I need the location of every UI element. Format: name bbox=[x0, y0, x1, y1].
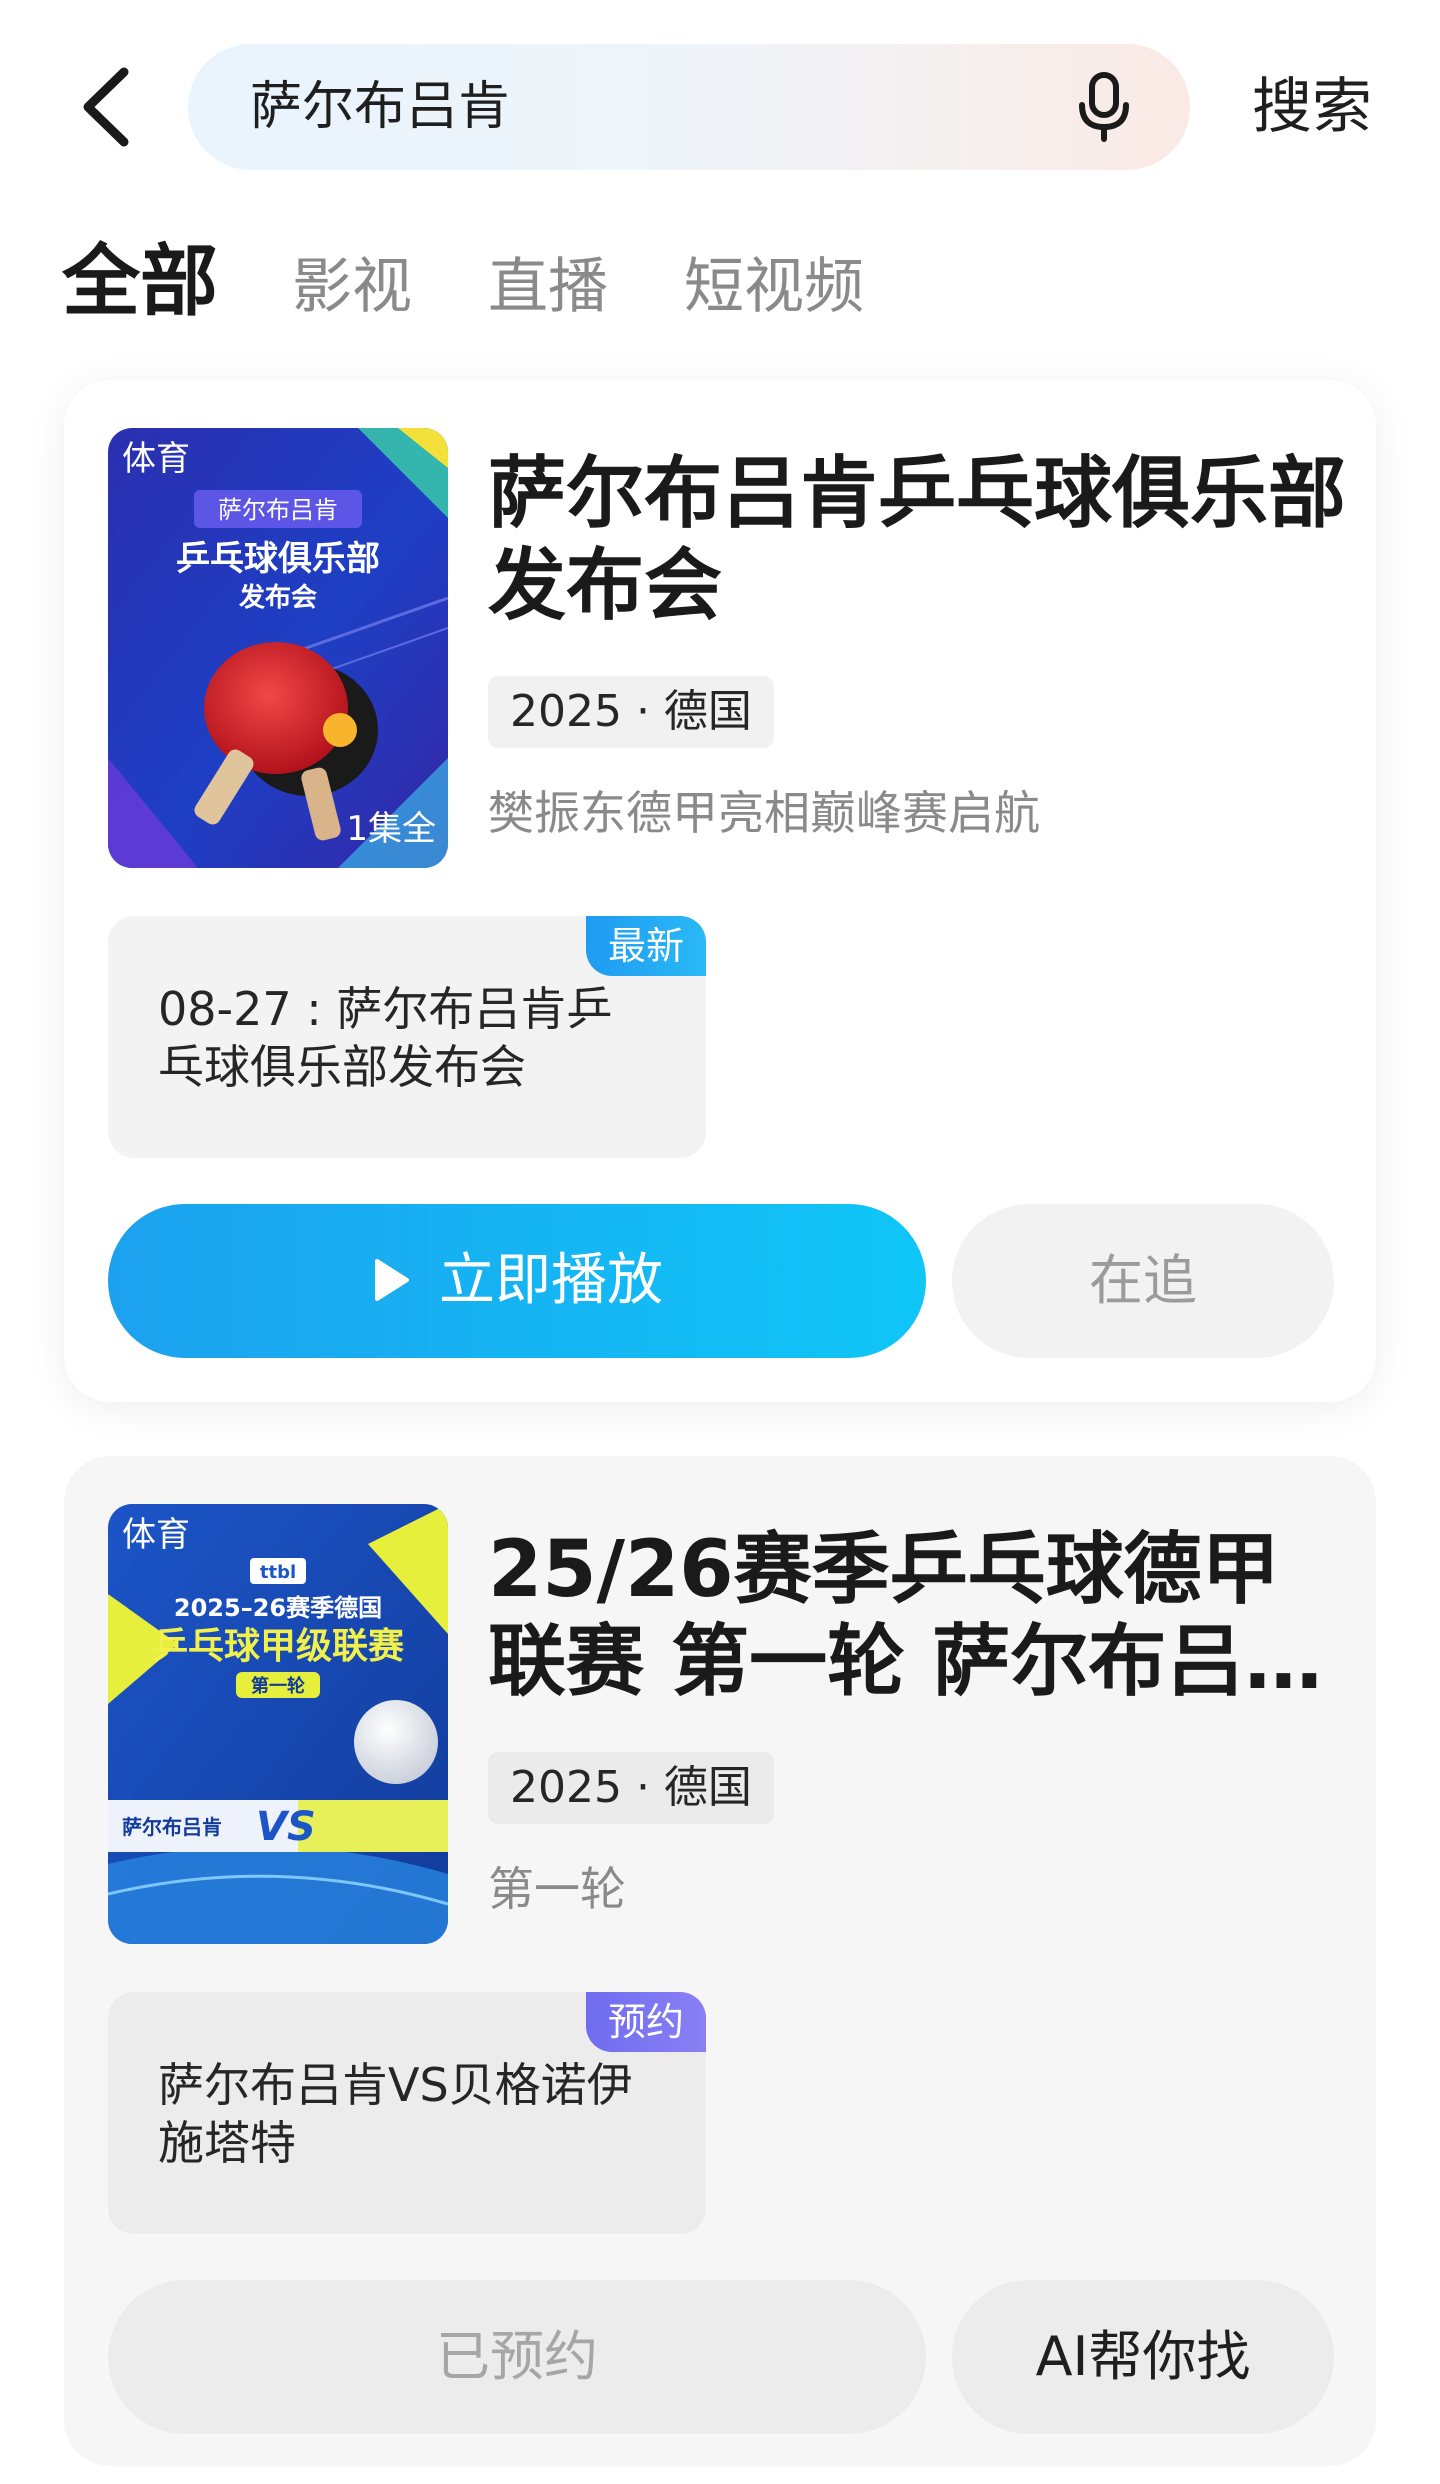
back-button[interactable] bbox=[72, 62, 142, 152]
poster-category-label: 体育 bbox=[122, 1515, 190, 1555]
result-description: 樊振东德甲亮相巅峰赛启航 bbox=[488, 786, 1040, 840]
play-now-label: 立即播放 bbox=[439, 1248, 663, 1313]
episode-title: 08-27 : 萨尔布吕肯乒乓球俱乐部发布会 bbox=[158, 982, 613, 1094]
result-title[interactable]: 25/26赛季乒乓球德甲联赛 第一轮 萨尔布吕肯VS贝格诺伊施塔特 bbox=[488, 1524, 1348, 1708]
result-description: 第一轮 bbox=[488, 1862, 626, 1916]
chevron-left-icon bbox=[83, 67, 129, 147]
search-button[interactable]: 搜索 bbox=[1252, 62, 1372, 152]
search-header: 萨尔布吕肯 搜索 bbox=[0, 0, 1440, 200]
result-card[interactable]: 体育 萨尔布吕肯 乒乓球俱乐部 发布会 1集全 萨尔布吕肯乒乓球俱乐部发布会 2… bbox=[64, 380, 1376, 1402]
poster-round: 第一轮 bbox=[251, 1675, 305, 1697]
poster-headline: 乒乓球甲级联赛 bbox=[152, 1626, 405, 1667]
tab-all[interactable]: 全部 bbox=[62, 232, 218, 332]
poster-subline: 发布会 bbox=[238, 582, 317, 613]
result-meta-tag: 2025 · 德国 bbox=[488, 676, 774, 748]
result-meta-tag: 2025 · 德国 bbox=[488, 1752, 774, 1824]
poster-image[interactable]: 体育 萨尔布吕肯 乒乓球俱乐部 发布会 1集全 bbox=[108, 428, 448, 868]
poster-logo: ttbl bbox=[260, 1562, 296, 1583]
search-input[interactable]: 萨尔布吕肯 bbox=[188, 44, 1190, 170]
poster-image[interactable]: 体育 ttbl 2025–26赛季德国 乒乓球甲级联赛 第一轮 萨尔布吕肯 VS bbox=[108, 1504, 448, 1944]
follow-button[interactable]: 在追 bbox=[952, 1204, 1334, 1358]
poster-episode-count: 1集全 bbox=[346, 809, 436, 849]
search-query: 萨尔布吕肯 bbox=[250, 77, 511, 137]
play-now-button[interactable]: 立即播放 bbox=[108, 1204, 926, 1358]
poster-ribbon: 萨尔布吕肯 bbox=[218, 496, 338, 524]
tab-short-video[interactable]: 短视频 bbox=[684, 242, 864, 332]
episode-item[interactable]: 预约 萨尔布吕肯VS贝格诺伊施塔特 bbox=[108, 1992, 706, 2234]
tab-live[interactable]: 直播 bbox=[488, 242, 608, 332]
ai-find-button[interactable]: AI帮你找 bbox=[952, 2280, 1334, 2434]
reservation-badge: 预约 bbox=[586, 1992, 706, 2052]
voice-search-button[interactable] bbox=[1074, 71, 1134, 143]
episode-item[interactable]: 最新 08-27 : 萨尔布吕肯乒乓球俱乐部发布会 bbox=[108, 916, 706, 1158]
reserved-button[interactable]: 已预约 bbox=[108, 2280, 926, 2434]
poster-vs: VS bbox=[256, 1804, 316, 1850]
result-title[interactable]: 萨尔布吕肯乒乓球俱乐部发布会 bbox=[488, 448, 1348, 632]
episode-title: 萨尔布吕肯VS贝格诺伊施塔特 bbox=[158, 2058, 633, 2170]
play-icon bbox=[375, 1258, 409, 1301]
poster-category-label: 体育 bbox=[122, 439, 190, 479]
poster-season: 2025–26赛季德国 bbox=[174, 1594, 382, 1622]
category-tabs: 全部 影视 直播 短视频 bbox=[62, 222, 940, 332]
microphone-icon bbox=[1079, 72, 1129, 142]
tab-film-tv[interactable]: 影视 bbox=[292, 242, 412, 332]
poster-headline: 乒乓球俱乐部 bbox=[176, 539, 380, 579]
poster-team: 萨尔布吕肯 bbox=[122, 1815, 222, 1839]
result-card[interactable]: 体育 ttbl 2025–26赛季德国 乒乓球甲级联赛 第一轮 萨尔布吕肯 VS… bbox=[64, 1456, 1376, 2466]
latest-badge: 最新 bbox=[586, 916, 706, 976]
